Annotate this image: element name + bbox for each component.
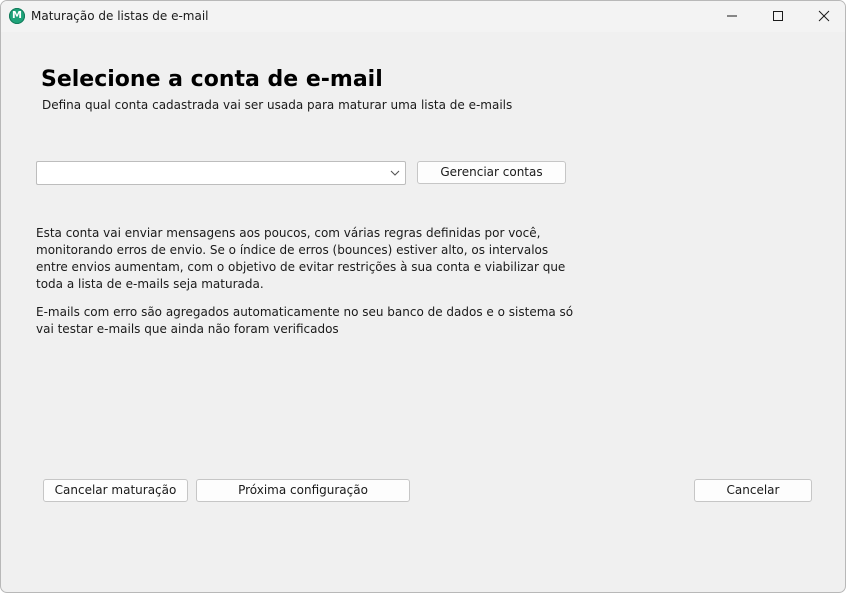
- app-logo-icon: M: [9, 8, 25, 24]
- title-bar[interactable]: M Maturação de listas de e-mail: [1, 1, 845, 32]
- description-line: toda a lista de e-mails seja maturada.: [36, 277, 264, 291]
- cancel-button[interactable]: Cancelar: [694, 479, 812, 502]
- description-line: entre envios aumentam, com o objetivo de…: [36, 260, 566, 274]
- window-title: Maturação de listas de e-mail: [31, 9, 209, 23]
- description-line: vai testar e-mails que ainda não foram v…: [36, 322, 339, 336]
- description-paragraph-2: E-mails com erro são agregados automatic…: [36, 304, 576, 338]
- app-window: M Maturação de listas de e-mail Selecion…: [0, 0, 846, 593]
- chevron-down-icon: [390, 170, 400, 176]
- close-icon: [818, 10, 830, 22]
- description-paragraph-1: Esta conta vai enviar mensagens aos pouc…: [36, 225, 576, 293]
- app-logo-letter: M: [12, 10, 22, 21]
- account-select[interactable]: [36, 161, 406, 185]
- description-line: monitorando erros de envio. Se o índice …: [36, 243, 549, 257]
- manage-accounts-button[interactable]: Gerenciar contas: [417, 161, 566, 184]
- maximize-button[interactable]: [755, 1, 801, 32]
- page-subtitle: Defina qual conta cadastrada vai ser usa…: [42, 98, 513, 112]
- minimize-icon: [727, 15, 737, 17]
- next-configuration-button[interactable]: Próxima configuração: [196, 479, 410, 502]
- cancel-maturation-button[interactable]: Cancelar maturação: [43, 479, 188, 502]
- maximize-icon: [773, 11, 783, 21]
- page-title: Selecione a conta de e-mail: [41, 67, 383, 92]
- description-line: E-mails com erro são agregados automatic…: [36, 305, 574, 319]
- description-line: Esta conta vai enviar mensagens aos pouc…: [36, 226, 541, 240]
- minimize-button[interactable]: [709, 1, 755, 32]
- close-button[interactable]: [801, 1, 845, 32]
